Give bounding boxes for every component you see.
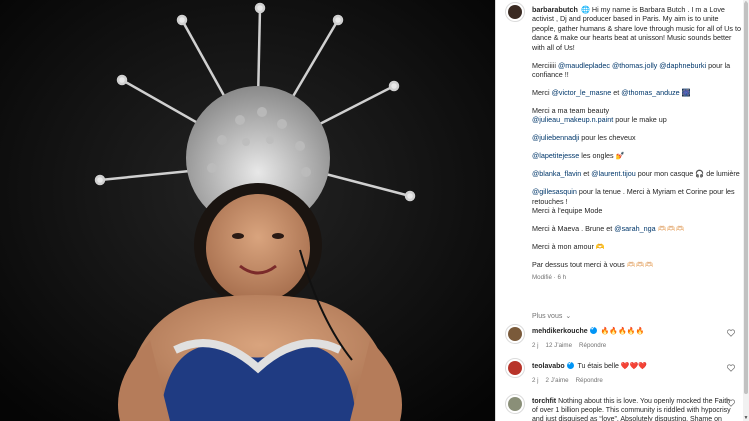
author-avatar[interactable] [505, 2, 525, 22]
mention-link[interactable]: @julieau_makeup.n.paint [532, 115, 613, 124]
caption-text: pour mon casque 🎧 de lumière [635, 169, 740, 179]
caption-text: pour le make up [613, 115, 667, 125]
mention-link[interactable]: @thomas_anduze [621, 88, 679, 97]
post-photo [0, 0, 495, 421]
caption-text: Merci à mon amour 🫶 [532, 242, 605, 252]
caption-text: pour les cheveux [579, 133, 636, 143]
reply-button[interactable]: Répondre [576, 376, 603, 385]
comment-avatar[interactable] [505, 358, 525, 378]
caption-text: Merci [532, 88, 552, 98]
mention-link[interactable]: @juliebennadji [532, 133, 579, 142]
caption-text: Merci à l’equipe Mode [532, 206, 603, 216]
comment-text: Nothing about this is love. You openly m… [532, 398, 731, 421]
mention-link[interactable]: @daphneburki [659, 61, 706, 70]
caption-text: les ongles 💅 [579, 151, 625, 161]
comment-text: Tu étais belle ❤️❤️❤️ [577, 363, 647, 370]
caption-text: et [581, 169, 592, 179]
edited-timestamp: Modifié · 6 h [532, 273, 567, 281]
comment-likes[interactable]: 2 J’aime [546, 376, 569, 385]
divider [495, 0, 496, 421]
comment-avatar[interactable] [505, 324, 525, 344]
caption-text: et [611, 88, 622, 98]
author-username[interactable]: barbarabutch [532, 5, 578, 14]
mention-link[interactable]: @thomas.jolly [612, 61, 657, 70]
comment-item: torchfit Nothing about this is love. You… [532, 397, 737, 421]
like-heart-icon[interactable] [727, 364, 735, 372]
photo-illustration [0, 0, 495, 421]
chevron-down-icon: ⌄ [565, 313, 572, 320]
like-heart-icon[interactable] [727, 399, 735, 407]
comment-username[interactable]: teolavabo [532, 363, 565, 370]
scroll-down-icon[interactable]: ▼ [743, 415, 749, 421]
mention-link[interactable]: @victor_le_masne [552, 88, 612, 97]
verified-badge-icon [589, 325, 597, 334]
caption-text: Merciiiii [532, 60, 558, 70]
more-comments-toggle[interactable]: Plus vous ⌄ [532, 312, 572, 321]
mention-link[interactable]: @blanka_flavin [532, 169, 581, 178]
caption-text: Merci a ma team beauty [532, 106, 610, 116]
scrollbar-thumb[interactable] [744, 2, 748, 394]
comment-username[interactable]: mehdikerkouche [532, 328, 588, 335]
caption-text: 🫶🏻🫶🏻🫶🏻 [655, 224, 685, 234]
comment-item: mehdikerkouche 🔥🔥🔥🔥🔥 2 j 12 J’aime Répon… [532, 325, 737, 350]
mention-link[interactable]: @maudlepladec [558, 61, 610, 70]
comment-time: 2 j [532, 377, 539, 384]
caption-text: Par dessus tout merci à vous 🫶🏻🫶🏻🫶🏻 [532, 260, 654, 270]
post-caption: barbarabutch 🌐 Hi my name is Barbara Butc… [532, 5, 744, 282]
caption-text: 🎆 [679, 88, 691, 98]
mention-link[interactable]: @gillesasquin [532, 187, 577, 196]
caption-text: Merci à Maeva . Brune et [532, 224, 615, 234]
comment-text: 🔥🔥🔥🔥🔥 [600, 328, 645, 335]
comment-time: 2 j [532, 342, 539, 349]
mention-link[interactable]: @lapetitejesse [532, 151, 579, 160]
like-heart-icon[interactable] [727, 329, 735, 337]
comment-likes[interactable]: 12 J’aime [546, 341, 572, 350]
reply-button[interactable]: Répondre [579, 341, 606, 350]
mention-link[interactable]: @laurent.tijou [591, 169, 635, 178]
more-comments-label: Plus vous [532, 312, 563, 320]
comment-avatar[interactable] [505, 394, 525, 414]
comment-username[interactable]: torchfit [532, 398, 556, 405]
mention-link[interactable]: @sarah_nga [614, 224, 655, 233]
verified-badge-icon [566, 360, 574, 369]
comment-item: teolavabo Tu étais belle ❤️❤️❤️ 2 j 2 J’… [532, 360, 737, 385]
